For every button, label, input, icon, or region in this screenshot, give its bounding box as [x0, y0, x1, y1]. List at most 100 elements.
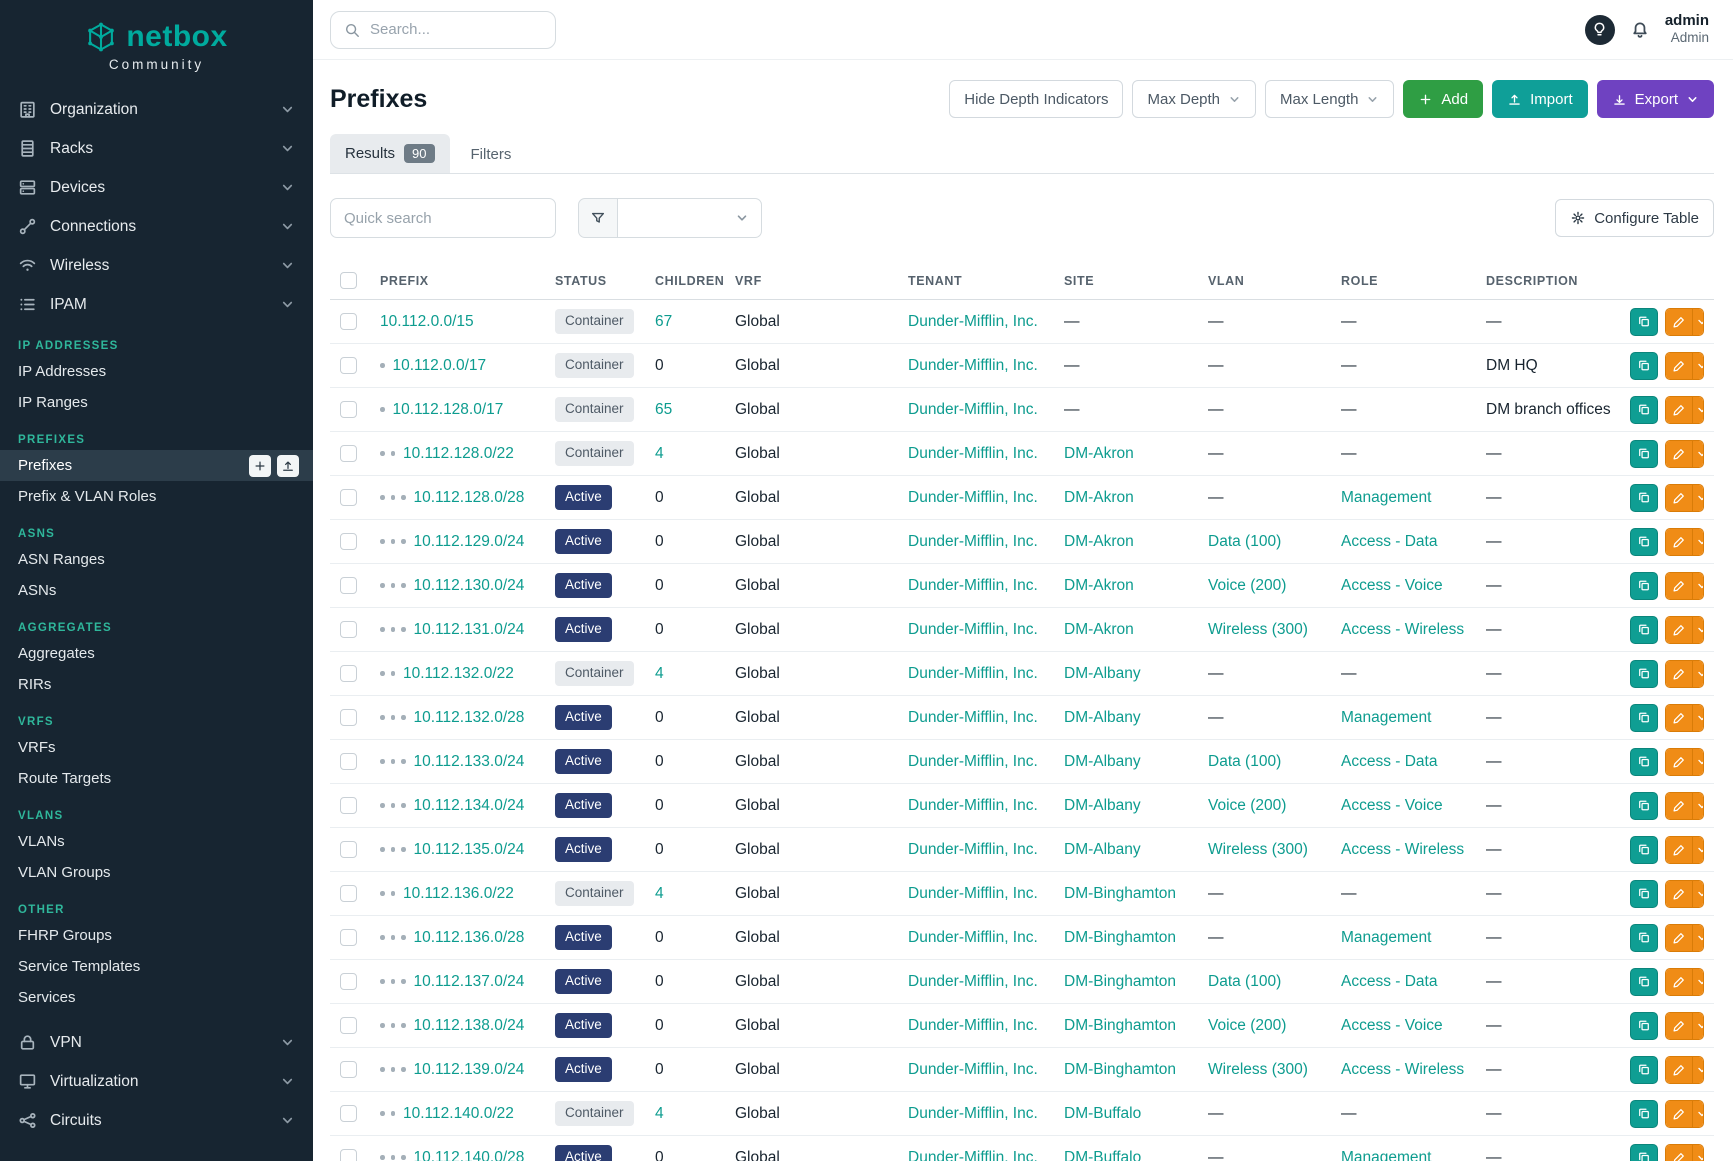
row-checkbox[interactable] [340, 973, 357, 990]
edit-dropdown-button[interactable] [1692, 969, 1704, 995]
role-link[interactable]: Access - Voice [1341, 577, 1443, 594]
tenant-link[interactable]: Dunder-Mifflin, Inc. [908, 1105, 1038, 1122]
copy-button[interactable] [1630, 880, 1658, 908]
sidebar-item-aggregates[interactable]: Aggregates [0, 638, 313, 669]
children-count-link[interactable]: 4 [655, 665, 664, 682]
vlan-link[interactable]: Voice (200) [1208, 577, 1286, 594]
row-checkbox[interactable] [340, 665, 357, 682]
children-count-link[interactable]: 4 [655, 1105, 664, 1122]
role-link[interactable]: Management [1341, 929, 1431, 946]
copy-button[interactable] [1630, 1100, 1658, 1128]
site-link[interactable]: DM-Binghamton [1064, 1017, 1176, 1034]
tenant-link[interactable]: Dunder-Mifflin, Inc. [908, 1061, 1038, 1078]
row-checkbox[interactable] [340, 401, 357, 418]
row-checkbox[interactable] [340, 797, 357, 814]
sidebar-item-route-targets[interactable]: Route Targets [0, 763, 313, 794]
edit-dropdown-button[interactable] [1692, 573, 1704, 599]
global-search-input[interactable] [370, 21, 542, 38]
role-link[interactable]: Management [1341, 489, 1431, 506]
edit-button[interactable] [1666, 1057, 1692, 1083]
quick-search-input[interactable] [330, 198, 556, 238]
site-link[interactable]: DM-Binghamton [1064, 973, 1176, 990]
vlan-link[interactable]: Wireless (300) [1208, 1061, 1308, 1078]
max-depth-dropdown[interactable]: Max Depth [1132, 80, 1256, 118]
children-count-link[interactable]: 65 [655, 401, 672, 418]
value-filter-select[interactable] [618, 198, 762, 238]
site-link[interactable]: DM-Buffalo [1064, 1149, 1141, 1161]
prefix-link[interactable]: 10.112.130.0/24 [414, 577, 525, 594]
prefix-link[interactable]: 10.112.0.0/17 [393, 357, 487, 374]
copy-button[interactable] [1630, 440, 1658, 468]
import-button[interactable]: Import [1492, 80, 1588, 118]
edit-dropdown-button[interactable] [1692, 881, 1704, 907]
site-link[interactable]: DM-Albany [1064, 841, 1141, 858]
edit-button[interactable] [1666, 881, 1692, 907]
row-checkbox[interactable] [340, 1105, 357, 1122]
sidebar-item-fhrp-groups[interactable]: FHRP Groups [0, 920, 313, 951]
sidebar-item-connections[interactable]: Connections [0, 207, 313, 246]
sidebar-item-ipam[interactable]: IPAM [0, 285, 313, 324]
edit-dropdown-button[interactable] [1692, 441, 1704, 467]
site-link[interactable]: DM-Albany [1064, 709, 1141, 726]
prefix-link[interactable]: 10.112.137.0/24 [414, 973, 525, 990]
edit-dropdown-button[interactable] [1692, 1101, 1704, 1127]
sidebar-item-wireless[interactable]: Wireless [0, 246, 313, 285]
sidebar-item-virtualization[interactable]: Virtualization [0, 1062, 313, 1101]
role-link[interactable]: Management [1341, 709, 1431, 726]
copy-button[interactable] [1630, 1056, 1658, 1084]
copy-button[interactable] [1630, 572, 1658, 600]
tenant-link[interactable]: Dunder-Mifflin, Inc. [908, 401, 1038, 418]
row-checkbox[interactable] [340, 753, 357, 770]
prefix-link[interactable]: 10.112.133.0/24 [414, 753, 525, 770]
tenant-link[interactable]: Dunder-Mifflin, Inc. [908, 313, 1038, 330]
sidebar-item-ip-addresses[interactable]: IP Addresses [0, 356, 313, 387]
copy-button[interactable] [1630, 1144, 1658, 1161]
edit-button[interactable] [1666, 925, 1692, 951]
tenant-link[interactable]: Dunder-Mifflin, Inc. [908, 841, 1038, 858]
site-link[interactable]: DM-Binghamton [1064, 885, 1176, 902]
row-checkbox[interactable] [340, 313, 357, 330]
tenant-link[interactable]: Dunder-Mifflin, Inc. [908, 665, 1038, 682]
sidebar-item-asns[interactable]: ASNs [0, 575, 313, 606]
row-checkbox[interactable] [340, 709, 357, 726]
vlan-link[interactable]: Data (100) [1208, 533, 1281, 550]
prefix-link[interactable]: 10.112.135.0/24 [414, 841, 525, 858]
edit-button[interactable] [1666, 485, 1692, 511]
role-link[interactable]: Access - Data [1341, 753, 1437, 770]
tenant-link[interactable]: Dunder-Mifflin, Inc. [908, 885, 1038, 902]
role-link[interactable]: Access - Data [1341, 533, 1437, 550]
copy-button[interactable] [1630, 528, 1658, 556]
prefix-link[interactable]: 10.112.132.0/22 [403, 665, 514, 682]
role-link[interactable]: Access - Voice [1341, 1017, 1443, 1034]
tenant-link[interactable]: Dunder-Mifflin, Inc. [908, 489, 1038, 506]
copy-button[interactable] [1630, 792, 1658, 820]
sidebar-item-service-templates[interactable]: Service Templates [0, 951, 313, 982]
edit-button[interactable] [1666, 353, 1692, 379]
copy-button[interactable] [1630, 1012, 1658, 1040]
edit-dropdown-button[interactable] [1692, 1057, 1704, 1083]
row-checkbox[interactable] [340, 577, 357, 594]
select-all-checkbox[interactable] [340, 272, 357, 289]
sidebar-item-vlan-groups[interactable]: VLAN Groups [0, 857, 313, 888]
site-link[interactable]: DM-Albany [1064, 665, 1141, 682]
prefix-link[interactable]: 10.112.138.0/24 [414, 1017, 525, 1034]
edit-button[interactable] [1666, 1101, 1692, 1127]
edit-dropdown-button[interactable] [1692, 749, 1704, 775]
site-link[interactable]: DM-Binghamton [1064, 929, 1176, 946]
edit-button[interactable] [1666, 1013, 1692, 1039]
edit-dropdown-button[interactable] [1692, 837, 1704, 863]
tenant-link[interactable]: Dunder-Mifflin, Inc. [908, 577, 1038, 594]
role-link[interactable]: Access - Data [1341, 973, 1437, 990]
sidebar-item-prefix-vlan-roles[interactable]: Prefix & VLAN Roles [0, 481, 313, 512]
edit-button[interactable] [1666, 705, 1692, 731]
max-length-dropdown[interactable]: Max Length [1265, 80, 1394, 118]
tenant-link[interactable]: Dunder-Mifflin, Inc. [908, 973, 1038, 990]
edit-button[interactable] [1666, 837, 1692, 863]
edit-dropdown-button[interactable] [1692, 661, 1704, 687]
copy-button[interactable] [1630, 748, 1658, 776]
sidebar-item-organization[interactable]: Organization [0, 90, 313, 129]
edit-button[interactable] [1666, 441, 1692, 467]
tenant-link[interactable]: Dunder-Mifflin, Inc. [908, 357, 1038, 374]
copy-button[interactable] [1630, 968, 1658, 996]
sidebar-item-rirs[interactable]: RIRs [0, 669, 313, 700]
